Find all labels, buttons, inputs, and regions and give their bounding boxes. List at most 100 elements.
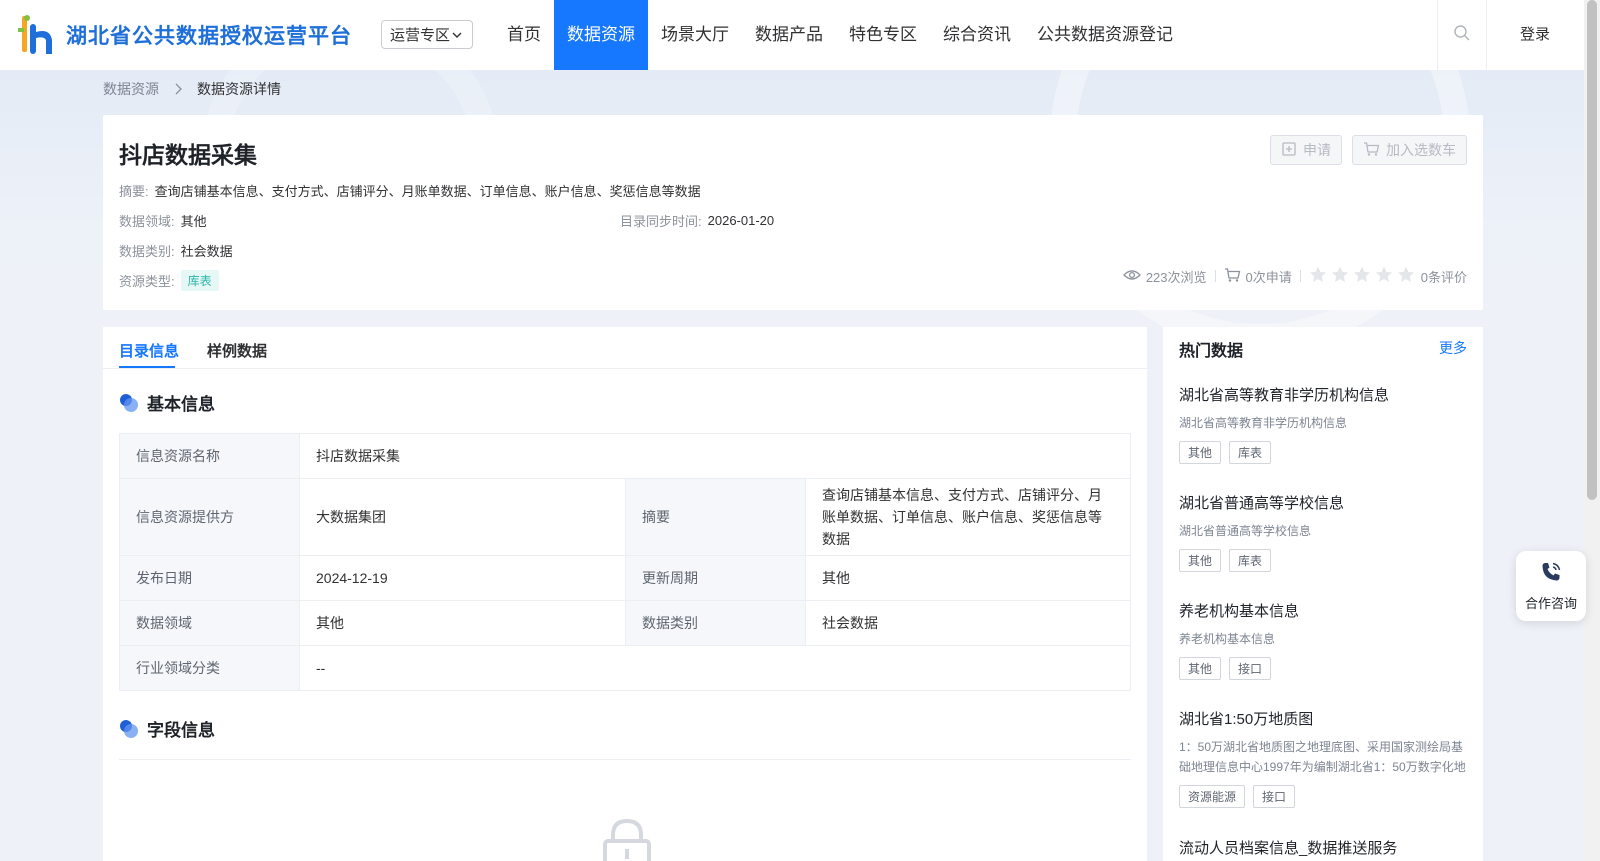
eye-icon xyxy=(1122,268,1141,285)
platform-logo[interactable]: 湖北省公共数据授权运营平台 xyxy=(16,10,352,60)
breadcrumb-parent[interactable]: 数据资源 xyxy=(103,79,159,99)
breadcrumb-current: 数据资源详情 xyxy=(197,81,281,97)
views-count: 223次浏览 xyxy=(1145,269,1207,285)
apply-button[interactable]: 申请 xyxy=(1270,135,1342,165)
section-divider xyxy=(119,759,1131,760)
applications-stat: 0次申请 xyxy=(1224,267,1292,286)
hot-item-desc: 湖北省高等教育非学历机构信息 xyxy=(1179,416,1348,430)
nav-home[interactable]: 首页 xyxy=(494,0,554,70)
reviews-count: 0条评价 xyxy=(1420,269,1467,285)
nav-data-products[interactable]: 数据产品 xyxy=(742,0,836,70)
hot-data-heading: 热门数据 xyxy=(1179,343,1244,360)
list-item[interactable]: 湖北省1:50万地质图 1：50万湖北省地质图之地理底图、采用国家测绘局基础地理… xyxy=(1179,708,1469,808)
star-icon xyxy=(1375,266,1393,286)
apply-label: 申请 xyxy=(1303,142,1331,158)
abstract-value: 查询店铺基本信息、支付方式、店铺评分、月账单数据、订单信息、账户信息、奖惩信息等… xyxy=(154,184,701,199)
tag: 接口 xyxy=(1253,785,1296,808)
table-row: 信息资源提供方 大数据集团 摘要 查询店铺基本信息、支付方式、店铺评分、月账单数… xyxy=(119,478,1131,556)
info-value: 社会数据 xyxy=(805,600,1131,646)
logo-icon xyxy=(16,12,60,58)
tag: 其他 xyxy=(1179,549,1222,572)
hot-item-desc: 养老机构基本信息 xyxy=(1179,632,1276,646)
hot-item-tags: 资源能源 接口 xyxy=(1179,785,1469,808)
consult-label: 合作咨询 xyxy=(1524,596,1577,611)
nav-public-data-registration[interactable]: 公共数据资源登记 xyxy=(1024,0,1186,70)
info-label: 摘要 xyxy=(625,478,806,556)
resource-stats: 223次浏览 0次申请 0条评价 xyxy=(1122,266,1467,286)
list-item[interactable]: 养老机构基本信息 养老机构基本信息 其他 接口 xyxy=(1179,600,1469,680)
consult-float-button[interactable]: 合作咨询 xyxy=(1516,551,1586,621)
resource-title: 抖店数据采集 xyxy=(119,142,257,168)
main-nav: 首页 数据资源 场景大厅 数据产品 特色专区 综合资讯 公共数据资源登记 xyxy=(494,0,1186,70)
empty-lock-icon xyxy=(597,817,657,861)
basic-info-heading: 基本信息 xyxy=(119,390,215,415)
sync-time-row: 目录同步时间: 2026-01-20 xyxy=(620,211,774,230)
hot-item-desc: 1：50万湖北省地质图之地理底图、采用国家测绘局基础地理信息中心1997年为编制… xyxy=(1179,740,1466,774)
info-value: 大数据集团 xyxy=(299,478,626,556)
views-stat: 223次浏览 xyxy=(1122,267,1207,286)
nav-scenario-hall[interactable]: 场景大厅 xyxy=(648,0,742,70)
nav-data-resources[interactable]: 数据资源 xyxy=(554,0,648,70)
login-link[interactable]: 登录 xyxy=(1500,0,1570,70)
section-bullet-icon xyxy=(119,393,139,413)
rating-stars xyxy=(1309,266,1415,286)
star-icon xyxy=(1309,266,1327,286)
stat-divider xyxy=(1299,270,1301,282)
list-item[interactable]: 湖北省高等教育非学历机构信息 湖北省高等教育非学历机构信息 其他 库表 xyxy=(1179,384,1469,464)
top-header: 湖北省公共数据授权运营平台 运营专区 首页 数据资源 场景大厅 数据产品 特色专… xyxy=(0,0,1600,70)
section-bullet-icon xyxy=(119,719,139,739)
logo-text: 湖北省公共数据授权运营平台 xyxy=(66,25,352,48)
hot-item-title[interactable]: 流动人员档案信息_数据推送服务 xyxy=(1179,837,1469,858)
zone-select[interactable]: 运营专区 xyxy=(381,20,473,49)
domain-value: 其他 xyxy=(180,214,207,229)
search-icon xyxy=(1453,24,1471,47)
info-value: 其他 xyxy=(805,555,1131,601)
resource-summary-card: 抖店数据采集 申请 加入选数车 摘要: 查询店铺基本信息、支付方式、店铺评分、月… xyxy=(103,115,1483,310)
info-label: 数据领域 xyxy=(119,600,300,646)
cart-icon xyxy=(1224,267,1241,286)
tab-catalog-info[interactable]: 目录信息 xyxy=(119,340,179,361)
type-tag: 库表 xyxy=(180,270,219,291)
scrollbar-thumb[interactable] xyxy=(1587,0,1597,500)
list-item[interactable]: 湖北省普通高等学校信息 湖北省普通高等学校信息 其他 库表 xyxy=(1179,492,1469,572)
star-icon xyxy=(1331,266,1349,286)
domain-label: 数据领域: xyxy=(119,214,175,229)
hot-item-title[interactable]: 湖北省高等教育非学历机构信息 xyxy=(1179,384,1469,405)
chevron-right-icon xyxy=(173,83,183,95)
table-row: 行业领域分类 -- xyxy=(119,645,1131,691)
basic-info-title: 基本信息 xyxy=(147,395,215,414)
basic-info-table: 信息资源名称 抖店数据采集 信息资源提供方 大数据集团 摘要 查询店铺基本信息、… xyxy=(119,433,1131,691)
hot-item-title[interactable]: 湖北省1:50万地质图 xyxy=(1179,708,1469,729)
hot-item-title[interactable]: 养老机构基本信息 xyxy=(1179,600,1469,621)
category-row: 数据类别: 社会数据 xyxy=(119,241,233,260)
active-tab-indicator xyxy=(119,366,175,368)
abstract-label: 摘要: xyxy=(119,184,149,199)
zone-select-value: 运营专区 xyxy=(390,27,451,44)
breadcrumb: 数据资源 数据资源详情 xyxy=(103,78,281,100)
catalog-detail-card: 目录信息 样例数据 基本信息 信息资源名称 抖店数据采集 信息资源提供方 大数据… xyxy=(103,327,1147,861)
tag: 其他 xyxy=(1179,657,1222,680)
info-value: 抖店数据采集 xyxy=(299,433,1131,479)
star-icon xyxy=(1353,266,1371,286)
field-info-title: 字段信息 xyxy=(147,721,215,740)
abstract-row: 摘要: 查询店铺基本信息、支付方式、店铺评分、月账单数据、订单信息、账户信息、奖… xyxy=(119,181,701,200)
table-row: 发布日期 2024-12-19 更新周期 其他 xyxy=(119,555,1131,601)
hot-item-desc: 湖北省普通高等学校信息 xyxy=(1179,524,1312,538)
nav-news[interactable]: 综合资讯 xyxy=(930,0,1024,70)
tab-sample-data[interactable]: 样例数据 xyxy=(207,340,267,361)
more-link[interactable]: 更多 xyxy=(1439,338,1467,358)
action-buttons: 申请 加入选数车 xyxy=(1270,135,1467,165)
add-to-cart-button[interactable]: 加入选数车 xyxy=(1352,135,1467,165)
apply-icon xyxy=(1281,141,1297,160)
info-label: 信息资源提供方 xyxy=(119,478,300,556)
domain-row: 数据领域: 其他 xyxy=(119,211,207,230)
search-button[interactable] xyxy=(1437,0,1487,70)
page-scrollbar[interactable] xyxy=(1584,0,1600,861)
info-label: 发布日期 xyxy=(119,555,300,601)
info-value: 其他 xyxy=(299,600,626,646)
list-item[interactable]: 流动人员档案信息_数据推送服务 xyxy=(1179,837,1469,858)
hot-item-title[interactable]: 湖北省普通高等学校信息 xyxy=(1179,492,1469,513)
phone-icon xyxy=(1539,560,1563,589)
info-label: 数据类别 xyxy=(625,600,806,646)
nav-featured-zone[interactable]: 特色专区 xyxy=(836,0,930,70)
